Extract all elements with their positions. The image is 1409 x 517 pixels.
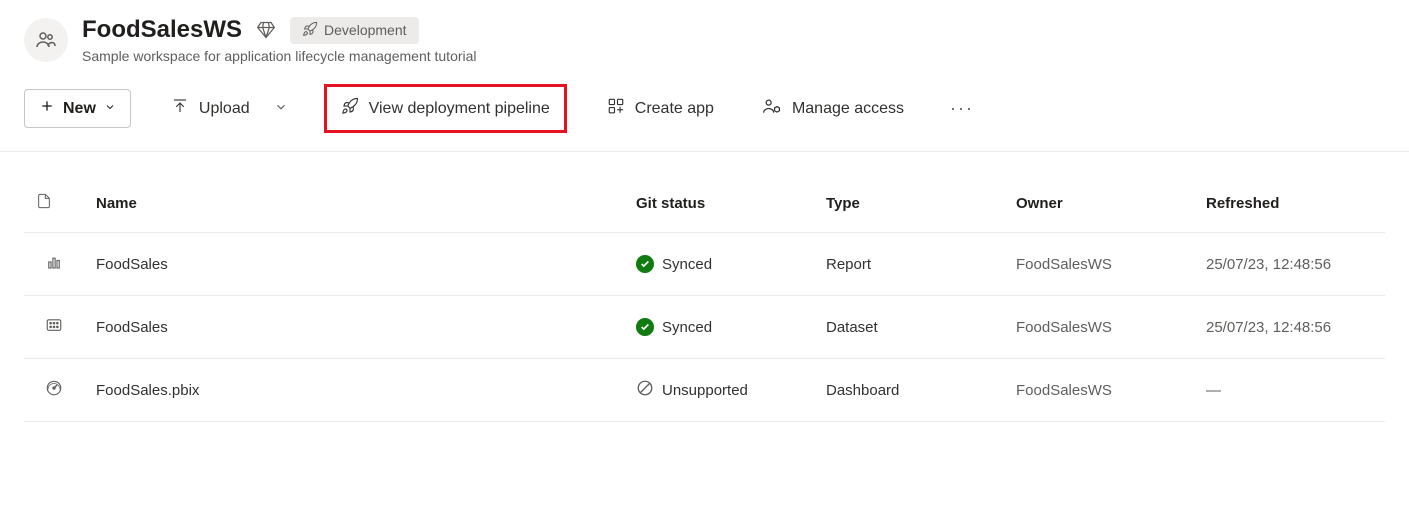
column-header-git[interactable]: Git status (624, 176, 814, 233)
items-table: Name Git status Type Owner Refreshed Foo… (24, 176, 1385, 422)
item-refreshed: 25/07/23, 12:48:56 (1194, 296, 1385, 359)
report-icon (45, 253, 63, 271)
people-settings-icon (762, 96, 782, 121)
item-type: Report (814, 233, 1004, 296)
workspace-title: FoodSalesWS (82, 16, 242, 44)
toolbar: New Upload (0, 72, 1409, 152)
more-actions-button[interactable]: ··· (944, 92, 980, 125)
column-header-refreshed[interactable]: Refreshed (1194, 176, 1385, 233)
column-header-type[interactable]: Type (814, 176, 1004, 233)
item-type: Dashboard (814, 359, 1004, 422)
item-owner: FoodSalesWS (1004, 359, 1194, 422)
upload-button-label: Upload (199, 100, 250, 118)
git-status: Unsupported (636, 379, 802, 401)
dashboard-icon (45, 379, 63, 397)
people-icon (34, 28, 58, 52)
check-circle-icon (636, 318, 654, 336)
workspace-subtitle: Sample workspace for application lifecyc… (82, 48, 477, 64)
upload-icon (171, 97, 189, 120)
rocket-icon (302, 21, 318, 40)
item-owner: FoodSalesWS (1004, 233, 1194, 296)
item-owner: FoodSalesWS (1004, 296, 1194, 359)
plus-icon (39, 98, 55, 119)
file-icon (36, 197, 52, 214)
workspace-avatar (24, 18, 68, 62)
table-row[interactable]: FoodSales Synced Dataset FoodSalesWS 25/… (24, 296, 1385, 359)
item-refreshed: 25/07/23, 12:48:56 (1194, 233, 1385, 296)
create-app-button[interactable]: Create app (599, 91, 722, 126)
stage-badge[interactable]: Development (290, 17, 419, 44)
item-name[interactable]: FoodSales (84, 296, 624, 359)
item-type: Dataset (814, 296, 1004, 359)
workspace-header: FoodSalesWS Devel (0, 0, 1409, 72)
item-name[interactable]: FoodSales (84, 233, 624, 296)
git-status-label: Synced (662, 319, 712, 336)
check-circle-icon (636, 255, 654, 273)
item-name[interactable]: FoodSales.pbix (84, 359, 624, 422)
blocked-icon (636, 379, 654, 401)
upload-dropdown-button[interactable] (270, 96, 292, 121)
column-header-owner[interactable]: Owner (1004, 176, 1194, 233)
new-button-label: New (63, 100, 96, 118)
git-status-label: Unsupported (662, 382, 748, 399)
dataset-icon (45, 316, 63, 334)
premium-icon (256, 20, 276, 40)
new-button[interactable]: New (24, 89, 131, 128)
item-refreshed: — (1194, 359, 1385, 422)
upload-button[interactable]: Upload (163, 91, 258, 126)
table-row[interactable]: FoodSales.pbix Unsupported Dashboard Foo… (24, 359, 1385, 422)
ellipsis-icon: ··· (950, 98, 974, 118)
create-app-label: Create app (635, 100, 714, 118)
rocket-icon (341, 97, 359, 120)
stage-badge-label: Development (324, 22, 407, 38)
column-header-icon[interactable] (24, 176, 84, 233)
manage-access-button[interactable]: Manage access (754, 90, 912, 127)
view-pipeline-label: View deployment pipeline (369, 100, 550, 118)
chevron-down-icon (274, 100, 288, 114)
manage-access-label: Manage access (792, 100, 904, 118)
git-status: Synced (636, 255, 802, 273)
view-pipeline-button[interactable]: View deployment pipeline (324, 84, 567, 133)
git-status: Synced (636, 318, 802, 336)
app-icon (607, 97, 625, 120)
table-row[interactable]: FoodSales Synced Report FoodSalesWS 25/0… (24, 233, 1385, 296)
chevron-down-icon (104, 100, 116, 118)
git-status-label: Synced (662, 256, 712, 273)
column-header-name[interactable]: Name (84, 176, 624, 233)
